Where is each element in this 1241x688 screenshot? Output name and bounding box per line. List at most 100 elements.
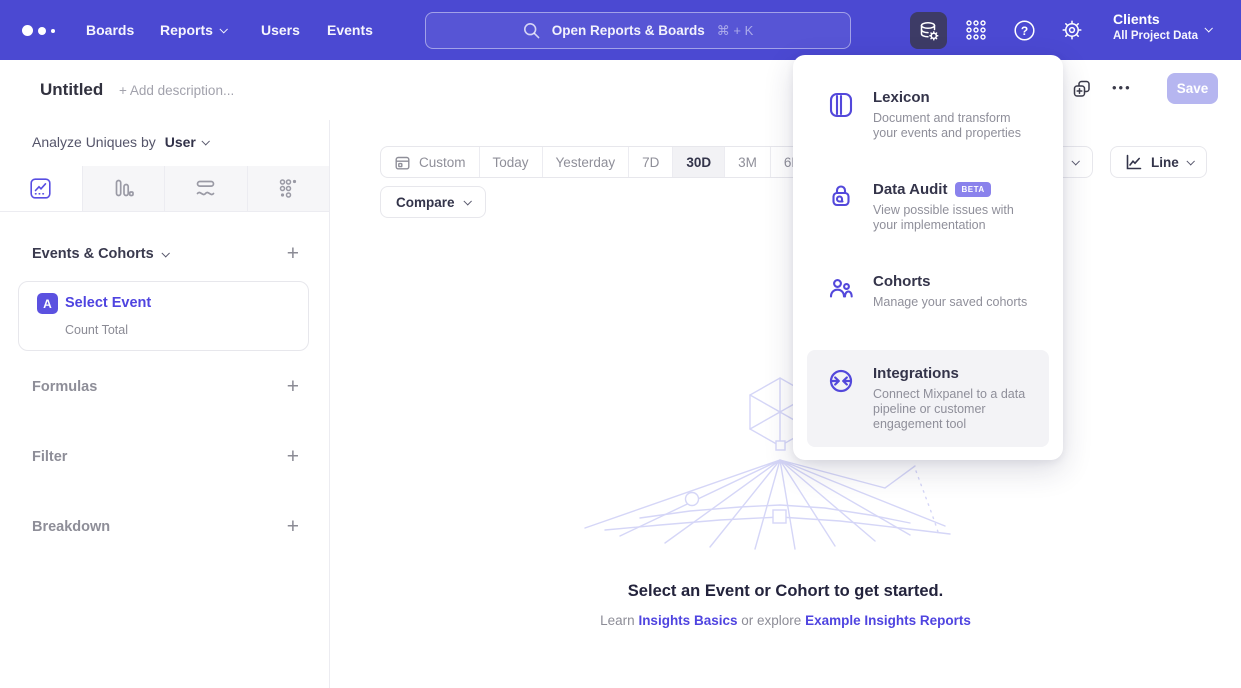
analyze-value: User (165, 134, 196, 150)
empty-state-links: Learn Insights Basics or explore Example… (330, 613, 1241, 628)
nav-item-reports[interactable]: Reports (160, 0, 226, 60)
tab-metric-grid[interactable] (247, 166, 330, 211)
menu-item-desc: Manage your saved cohorts (873, 295, 1027, 310)
project-selector[interactable]: Clients All Project Data (1113, 11, 1198, 42)
gear-icon (1059, 17, 1085, 43)
chart-style-label: Line (1151, 155, 1179, 170)
nav-item-reports-label: Reports (160, 22, 213, 38)
data-management-menu: Lexicon Document and transform your even… (793, 55, 1063, 460)
insights-basics-link[interactable]: Insights Basics (638, 613, 737, 628)
empty-state-title: Select an Event or Cohort to get started… (330, 582, 1241, 601)
count-total-selector[interactable]: Count Total (65, 323, 128, 337)
or-explore-text: or explore (741, 613, 801, 628)
menu-item-title: Integrations (873, 365, 959, 382)
events-cohorts-section: Events & Cohorts + (32, 245, 299, 263)
example-reports-link[interactable]: Example Insights Reports (805, 613, 971, 628)
compare-label: Compare (396, 195, 455, 210)
menu-item-lexicon[interactable]: Lexicon Document and transform your even… (807, 89, 1049, 141)
lexicon-icon (827, 89, 855, 141)
project-name: All Project Data (1113, 30, 1198, 42)
events-cohorts-label: Events & Cohorts (32, 246, 154, 262)
analyze-label: Analyze Uniques by (32, 134, 156, 150)
tab-bar-chart[interactable] (82, 166, 165, 211)
top-nav: Boards Reports Users Events Open Reports… (0, 0, 1241, 60)
event-letter-badge: A (37, 293, 58, 314)
line-chart-icon (29, 177, 52, 200)
chevron-down-icon (1186, 157, 1194, 165)
menu-item-desc: Connect Mixpanel to a data pipeline or c… (873, 387, 1029, 432)
add-filter-button[interactable]: + (287, 448, 299, 466)
menu-item-desc: Document and transform your events and p… (873, 111, 1029, 141)
chevron-down-icon (463, 197, 471, 205)
org-name: Clients (1113, 11, 1198, 27)
add-event-button[interactable]: + (287, 245, 299, 263)
chevron-down-icon (219, 25, 227, 33)
calendar-icon (394, 154, 411, 171)
menu-item-desc: View possible issues with your implement… (873, 203, 1029, 233)
apps-grid-button[interactable] (963, 17, 989, 43)
line-chart-icon (1124, 153, 1143, 172)
select-event-button[interactable]: Select Event (65, 295, 151, 311)
chart-type-tabs (0, 166, 329, 212)
beta-badge: BETA (955, 182, 990, 197)
chevron-down-icon (201, 137, 209, 145)
duplicate-button[interactable] (1071, 78, 1093, 100)
compare-dropdown[interactable]: Compare (380, 186, 486, 218)
mixpanel-logo-icon[interactable] (22, 25, 55, 36)
add-description-field[interactable]: + Add description... (119, 83, 234, 98)
query-builder-sidebar: Analyze Uniques by User (0, 120, 330, 688)
analyze-uniques-selector[interactable]: Analyze Uniques by User (32, 134, 208, 150)
range-30d-selected[interactable]: 30D (672, 147, 724, 177)
tab-stacked-chart[interactable] (164, 166, 247, 211)
range-7d[interactable]: 7D (628, 147, 672, 177)
menu-item-title: Cohorts (873, 273, 931, 290)
settings-button[interactable] (1059, 17, 1085, 43)
add-formula-button[interactable]: + (287, 378, 299, 396)
filter-label: Filter (32, 449, 67, 465)
event-card[interactable]: A Select Event Count Total (18, 281, 309, 351)
bar-chart-icon (112, 177, 135, 200)
data-audit-icon (827, 181, 855, 233)
nav-item-boards[interactable]: Boards (86, 0, 134, 60)
help-button[interactable]: ? (1011, 17, 1037, 43)
help-icon: ? (1012, 18, 1037, 43)
metric-grid-icon (277, 177, 300, 200)
filter-section: Filter + (32, 448, 299, 466)
chart-style-dropdown[interactable]: Line (1110, 146, 1207, 178)
breakdown-section: Breakdown + (32, 518, 299, 536)
integrations-icon (827, 365, 855, 432)
duplicate-icon (1071, 78, 1093, 100)
nav-item-users[interactable]: Users (261, 0, 300, 60)
apps-grid-icon (964, 18, 988, 42)
range-custom[interactable]: Custom (381, 147, 479, 177)
search-bar[interactable]: Open Reports & Boards ⌘ + K (425, 12, 851, 49)
range-3m[interactable]: 3M (724, 147, 770, 177)
project-chevron-down-icon (1204, 24, 1212, 32)
search-shortcut: ⌘ + K (717, 23, 754, 39)
insights-report-page: Boards Reports Users Events Open Reports… (0, 0, 1241, 688)
events-cohorts-header[interactable]: Events & Cohorts (32, 246, 168, 262)
learn-text: Learn (600, 613, 635, 628)
nav-item-events[interactable]: Events (327, 0, 373, 60)
formulas-label: Formulas (32, 379, 97, 395)
search-placeholder: Open Reports & Boards (552, 23, 705, 38)
svg-text:?: ? (1020, 24, 1027, 38)
database-gear-icon (917, 19, 941, 43)
more-options-button[interactable]: ••• (1112, 80, 1132, 95)
add-breakdown-button[interactable]: + (287, 518, 299, 536)
search-icon (523, 22, 540, 39)
menu-item-cohorts[interactable]: Cohorts Manage your saved cohorts (807, 273, 1049, 310)
range-today[interactable]: Today (479, 147, 542, 177)
tab-line-chart[interactable] (0, 166, 82, 211)
cohorts-icon (827, 273, 855, 310)
range-yesterday[interactable]: Yesterday (542, 147, 629, 177)
chevron-down-icon (1071, 157, 1079, 165)
menu-item-title: Lexicon (873, 89, 930, 106)
menu-item-integrations[interactable]: Integrations Connect Mixpanel to a data … (807, 350, 1049, 447)
menu-item-data-audit[interactable]: Data Audit BETA View possible issues wit… (807, 181, 1049, 233)
data-management-button[interactable] (910, 12, 947, 49)
chevron-down-icon (161, 249, 169, 257)
save-button[interactable]: Save (1167, 73, 1218, 104)
report-title[interactable]: Untitled (40, 80, 103, 100)
range-custom-label: Custom (419, 155, 466, 170)
